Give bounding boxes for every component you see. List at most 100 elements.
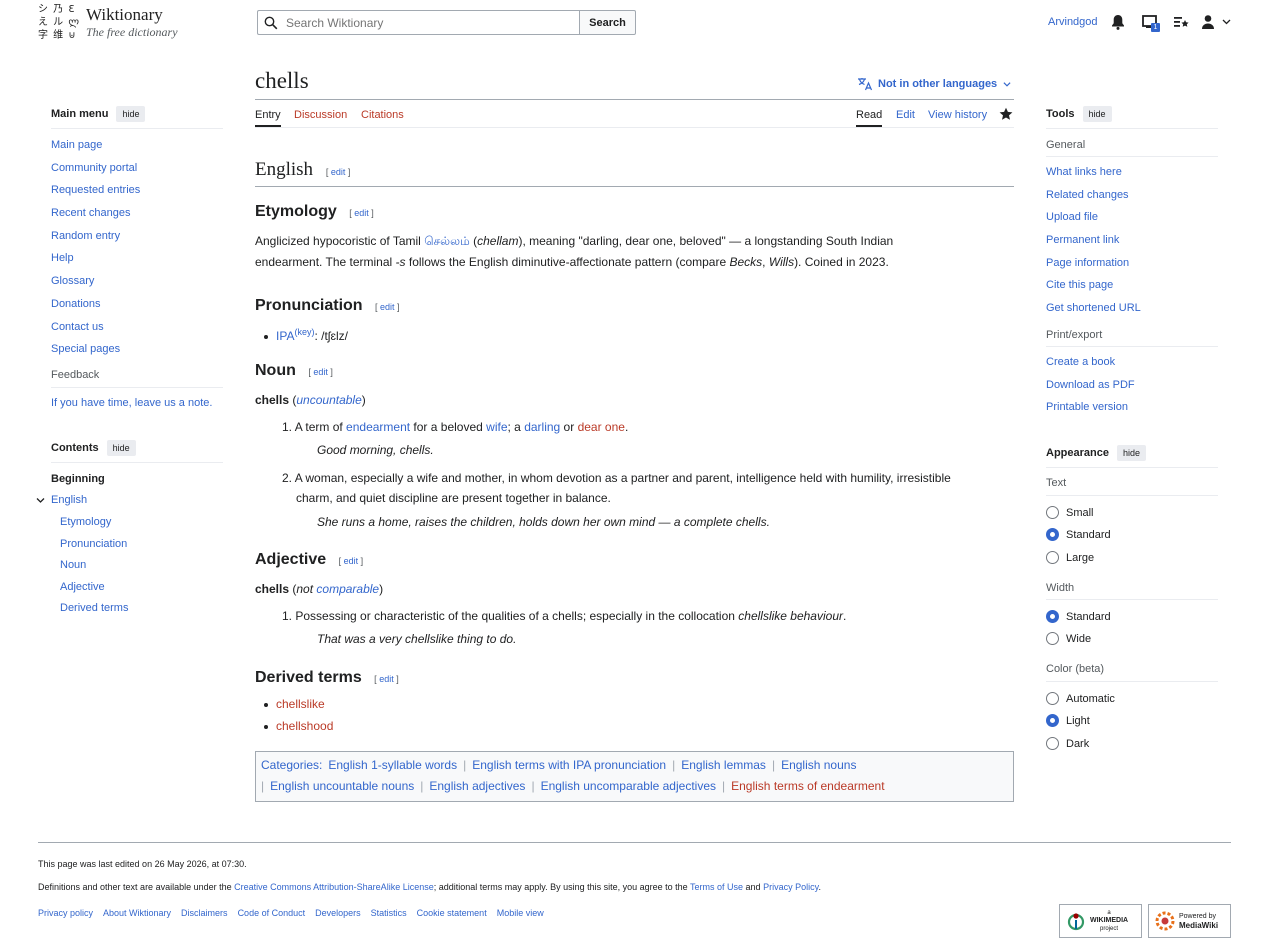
toc-etymology[interactable]: Etymology [60, 516, 111, 528]
nav-requested-entries[interactable]: Requested entries [51, 184, 140, 196]
uncountable-link[interactable]: uncountable [296, 393, 361, 407]
tab-citations[interactable]: Citations [361, 109, 404, 121]
tab-read[interactable]: Read [856, 109, 883, 127]
toc-derived-terms[interactable]: Derived terms [60, 602, 128, 614]
tool-download-pdf[interactable]: Download as PDF [1046, 379, 1135, 391]
category-link[interactable]: English terms of endearment [731, 779, 884, 793]
radio-width-wide[interactable]: Wide [1046, 632, 1091, 645]
nav-glossary[interactable]: Glossary [51, 275, 94, 287]
nav-random-entry[interactable]: Random entry [51, 230, 120, 242]
nav-help[interactable]: Help [51, 252, 74, 264]
ipa-key-link[interactable]: (key) [294, 327, 314, 337]
endearment-link[interactable]: endearment [346, 420, 410, 434]
edit-section-link[interactable]: [ edit ] [326, 167, 351, 177]
category-link[interactable]: English terms with IPA pronunciation [472, 758, 666, 772]
star-icon[interactable] [999, 107, 1013, 121]
radio-button[interactable] [1046, 632, 1059, 645]
radio-color-automatic[interactable]: Automatic [1046, 692, 1115, 705]
dear-one-link[interactable]: dear one [578, 420, 625, 434]
radio-button[interactable] [1046, 506, 1059, 519]
ipa-link[interactable]: IPA [276, 329, 294, 343]
site-logo[interactable]: シ 乃 Ɛ え ル ლ 字 维 ⊍ Wiktionary The free di… [38, 3, 178, 43]
radio-width-standard[interactable]: Standard [1046, 610, 1111, 623]
nav-donations[interactable]: Donations [51, 298, 101, 310]
terms-link[interactable]: Terms of Use [690, 882, 743, 892]
feedback-link[interactable]: If you have time, leave us a note. [51, 397, 212, 409]
tool-what-links-here[interactable]: What links here [1046, 166, 1122, 178]
toc-noun[interactable]: Noun [60, 559, 86, 571]
cc-license-link[interactable]: Creative Commons Attribution-ShareAlike … [234, 882, 434, 892]
footer-mobile-view[interactable]: Mobile view [497, 908, 544, 918]
chevron-down-icon[interactable] [36, 496, 45, 505]
radio-button[interactable] [1046, 692, 1059, 705]
toc-adjective[interactable]: Adjective [60, 581, 105, 593]
toc-pronunciation[interactable]: Pronunciation [60, 538, 127, 550]
main-menu-hide-button[interactable]: hide [116, 106, 146, 122]
toc-english[interactable]: English [51, 494, 87, 506]
search-input[interactable] [284, 14, 564, 31]
nav-main-page[interactable]: Main page [51, 139, 102, 151]
radio-color-dark[interactable]: Dark [1046, 737, 1089, 750]
tab-view-history[interactable]: View history [928, 109, 987, 121]
footer-about[interactable]: About Wiktionary [103, 908, 171, 918]
watchlist-icon[interactable] [1172, 13, 1190, 31]
nav-community-portal[interactable]: Community portal [51, 162, 137, 174]
derived-link-chellslike[interactable]: chellslike [276, 697, 325, 711]
language-button[interactable]: Not in other languages [857, 77, 1011, 91]
category-link[interactable]: English 1-syllable words [328, 758, 457, 772]
category-link[interactable]: English adjectives [429, 779, 525, 793]
footer-developers[interactable]: Developers [315, 908, 361, 918]
search-field[interactable] [257, 10, 579, 35]
radio-text-standard[interactable]: Standard [1046, 528, 1111, 541]
user-menu-icon[interactable] [1201, 13, 1219, 31]
contents-hide-button[interactable]: hide [106, 440, 136, 456]
comparable-link[interactable]: comparable [316, 582, 379, 596]
edit-section-link[interactable]: [ edit ] [339, 556, 364, 566]
edit-section-link[interactable]: [ edit ] [349, 208, 374, 218]
footer-cookie-statement[interactable]: Cookie statement [417, 908, 487, 918]
tools-hide-button[interactable]: hide [1082, 106, 1112, 122]
radio-button[interactable] [1046, 551, 1059, 564]
toc-beginning[interactable]: Beginning [51, 473, 105, 485]
footer-disclaimers[interactable]: Disclaimers [181, 908, 228, 918]
mediawiki-badge[interactable]: Powered by MediaWiki [1148, 904, 1231, 938]
bell-icon[interactable] [1109, 13, 1127, 31]
privacy-link[interactable]: Privacy Policy [763, 882, 818, 892]
tool-page-information[interactable]: Page information [1046, 257, 1129, 269]
tab-entry[interactable]: Entry [255, 109, 281, 127]
radio-text-small[interactable]: Small [1046, 506, 1094, 519]
radio-text-large[interactable]: Large [1046, 551, 1094, 564]
darling-link[interactable]: darling [524, 420, 560, 434]
tamil-link[interactable]: செல்லம் [424, 234, 470, 248]
tab-discussion[interactable]: Discussion [294, 109, 347, 121]
edit-section-link[interactable]: [ edit ] [375, 302, 400, 312]
nav-recent-changes[interactable]: Recent changes [51, 207, 131, 219]
edit-section-link[interactable]: [ edit ] [308, 367, 333, 377]
footer-code-of-conduct[interactable]: Code of Conduct [238, 908, 306, 918]
tool-shortened-url[interactable]: Get shortened URL [1046, 302, 1141, 314]
tool-create-book[interactable]: Create a book [1046, 356, 1115, 368]
appearance-hide-button[interactable]: hide [1116, 445, 1146, 461]
notice-tray[interactable]: 1 [1141, 13, 1160, 32]
derived-link-chellshood[interactable]: chellshood [276, 719, 333, 733]
tool-permanent-link[interactable]: Permanent link [1046, 234, 1119, 246]
edit-section-link[interactable]: [ edit ] [374, 674, 399, 684]
nav-special-pages[interactable]: Special pages [51, 343, 120, 355]
footer-statistics[interactable]: Statistics [371, 908, 407, 918]
user-link[interactable]: Arvindgod [1048, 16, 1098, 28]
radio-button-selected[interactable] [1046, 714, 1059, 727]
categories-label[interactable]: Categories: [261, 758, 322, 772]
tool-printable-version[interactable]: Printable version [1046, 401, 1128, 413]
nav-contact-us[interactable]: Contact us [51, 321, 104, 333]
tool-upload-file[interactable]: Upload file [1046, 211, 1098, 223]
wife-link[interactable]: wife [486, 420, 507, 434]
wikimedia-badge[interactable]: a WIKIMEDIA project [1059, 904, 1142, 938]
footer-privacy-policy[interactable]: Privacy policy [38, 908, 93, 918]
radio-color-light[interactable]: Light [1046, 714, 1090, 727]
tool-cite-page[interactable]: Cite this page [1046, 279, 1113, 291]
category-link[interactable]: English nouns [781, 758, 856, 772]
radio-button-selected[interactable] [1046, 528, 1059, 541]
chevron-down-icon[interactable] [1222, 17, 1231, 26]
tool-related-changes[interactable]: Related changes [1046, 189, 1129, 201]
radio-button-selected[interactable] [1046, 610, 1059, 623]
